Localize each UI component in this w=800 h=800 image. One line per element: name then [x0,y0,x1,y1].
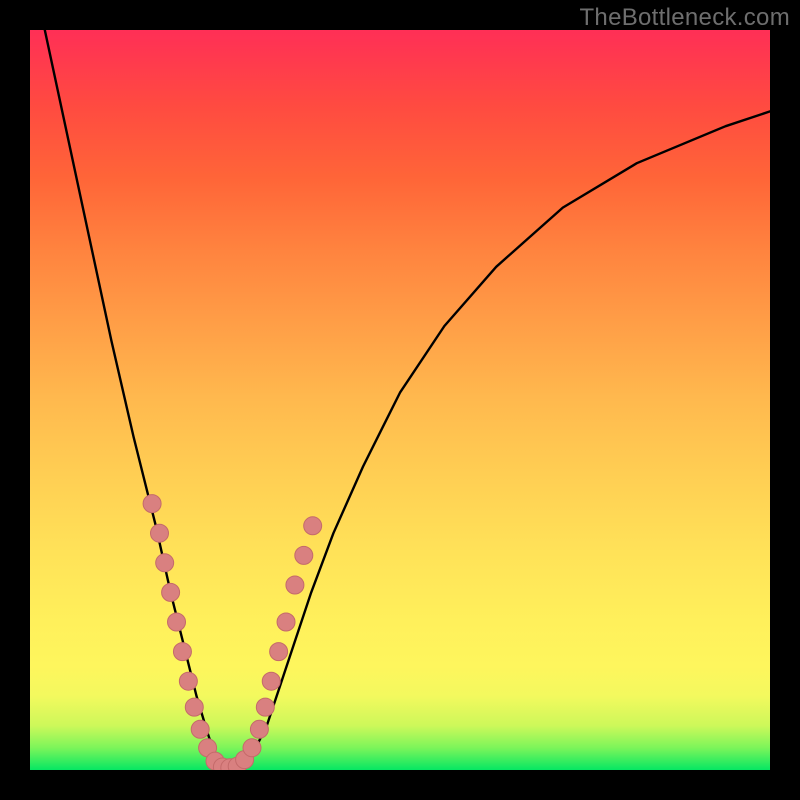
bottleneck-curve [45,30,770,768]
curve-marker [173,643,191,661]
curve-marker [286,576,304,594]
curve-markers [143,495,322,770]
curve-overlay [30,30,770,770]
plot-area [30,30,770,770]
curve-marker [179,672,197,690]
curve-marker [162,583,180,601]
curve-marker [277,613,295,631]
curve-marker [151,524,169,542]
curve-marker [295,546,313,564]
curve-marker [270,643,288,661]
curve-marker [143,495,161,513]
watermark-text: TheBottleneck.com [579,4,790,32]
curve-marker [185,698,203,716]
curve-marker [250,720,268,738]
curve-marker [168,613,186,631]
curve-marker [243,739,261,757]
chart-frame: TheBottleneck.com [0,0,800,800]
curve-marker [156,554,174,572]
curve-marker [304,517,322,535]
curve-marker [262,672,280,690]
curve-marker [256,698,274,716]
curve-marker [191,720,209,738]
